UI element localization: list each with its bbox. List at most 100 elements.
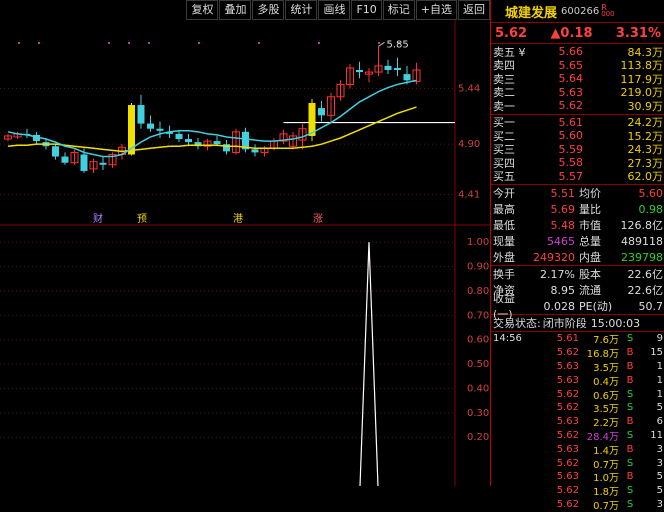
tick-row: 5.62 3.5万 S 5	[491, 401, 664, 415]
candle-body	[175, 133, 183, 140]
tick-count: 3	[656, 457, 663, 469]
stock-code: 600266	[561, 5, 600, 17]
stock-title-row: 城建发展 600266 R 000	[491, 0, 664, 22]
tick-row: 5.63 0.4万 B 1	[491, 373, 664, 388]
tick-row: 14:56 5.61 7.6万 S 9	[491, 332, 664, 346]
stat-value: 8.95	[550, 283, 576, 297]
price-change: ▲0.18	[550, 25, 593, 41]
stat-value: 5.60	[638, 186, 664, 200]
stat-label: 均价	[579, 187, 601, 200]
tick-list[interactable]: 14:56 5.61 7.6万 S 9 5.62 16.8万 B 15 5.63 3.5万 B 1 5.6…	[491, 332, 664, 512]
stat-row: 最高 5.69 量比 0.98	[491, 201, 664, 217]
stat-value: 22.6亿	[627, 268, 664, 281]
signal-dot	[38, 42, 40, 44]
tick-price: 5.63	[556, 416, 579, 428]
tick-side: B	[626, 360, 634, 372]
stat-value: 22.6亿	[627, 284, 664, 297]
tick-side: B	[626, 443, 634, 455]
level-label: 卖一	[493, 99, 515, 113]
stat-label: 流通	[579, 284, 601, 297]
candle-body	[99, 162, 107, 165]
tick-side: S	[626, 457, 634, 469]
indicator-axis-label: 0.50	[467, 359, 489, 370]
tick-side: B	[626, 471, 634, 483]
stat-value: 2.17%	[540, 267, 575, 281]
indicator-axis-label: 1.00	[467, 237, 489, 248]
level-price: 5.63	[558, 85, 584, 99]
level-price: 5.64	[558, 72, 584, 86]
trade-status: 交易状态: 闭市阶段 15:00:03	[491, 315, 664, 331]
tick-side: B	[626, 347, 634, 359]
stat-row: 今开 5.51 均价 5.60	[491, 185, 664, 201]
toolbar-button-5[interactable]: F10	[351, 0, 382, 20]
toolbar-button-7[interactable]: +自选	[415, 0, 457, 20]
indicator-axis-label: 0.30	[467, 408, 489, 419]
kline-chart[interactable]: 5.85 5.44 4.90 4.41 财 预 港 涨 1.00 0.90 0.80 0.70 0.60…	[0, 20, 490, 486]
toolbar-button-2[interactable]: 多股	[252, 0, 285, 20]
event-marker: 港	[233, 213, 243, 225]
candle-body	[213, 141, 221, 145]
chart-toolbar: 复权 叠加 多股 统计 画线 F10 标记 +自选 返回	[0, 0, 490, 20]
level-price: 5.57	[558, 169, 584, 183]
stat-row: 外盘 249320 内盘 239798	[491, 249, 664, 265]
tick-volume: 28.4万	[586, 431, 619, 443]
ask-levels: 卖五 ¥5.66 84.3万 卖四 5.65 113.8万 卖三 5.64 117.9万 卖二 5…	[491, 44, 664, 114]
tick-volume: 0.6万	[593, 390, 619, 402]
stat-value: 5.69	[550, 202, 576, 216]
ma-long-line	[7, 106, 417, 153]
toolbar-button-0[interactable]: 复权	[186, 0, 219, 20]
tick-price: 5.62	[556, 388, 579, 400]
bids-level: 买五 5.57 62.0万	[491, 170, 664, 184]
tick-price: 5.63	[556, 471, 579, 483]
tick-side: S	[626, 485, 634, 497]
tick-row: 5.63 1.0万 B 5	[491, 470, 664, 484]
tick-row: 5.63 2.2万 B 6	[491, 415, 664, 429]
tick-price: 5.63	[556, 374, 579, 386]
stat-label: 外盘	[493, 251, 515, 264]
candle-body	[61, 156, 69, 163]
margin-badge: R 000	[601, 4, 614, 18]
tick-price: 5.62	[556, 457, 579, 469]
signal-dot	[198, 42, 200, 44]
candle-body	[356, 70, 363, 73]
stat-value: 5.51	[550, 186, 576, 200]
tick-count: 6	[656, 416, 663, 428]
tick-price: 5.62	[556, 429, 579, 441]
toolbar-button-6[interactable]: 标记	[382, 0, 415, 20]
tick-count: 9	[656, 333, 663, 345]
signal-dot	[128, 42, 130, 44]
toolbar-button-8[interactable]: 返回	[458, 0, 490, 20]
stat-row: 换手 2.17% 股本 22.6亿	[491, 266, 664, 282]
stat-label: 总量	[579, 235, 601, 248]
toolbar-button-3[interactable]: 统计	[285, 0, 318, 20]
tick-side: S	[626, 388, 634, 400]
toolbar-button-4[interactable]: 画线	[318, 0, 351, 20]
candle-body	[403, 74, 411, 81]
trade-status-label: 交易状态:	[493, 317, 541, 330]
fundamental-stats: 换手 2.17% 股本 22.6亿 净资 8.95 流通 22.6亿 收益(一) 0.028 PE(…	[491, 266, 664, 322]
tick-volume: 16.8万	[586, 349, 619, 361]
price-axis-label: 4.41	[458, 190, 480, 201]
tick-volume: 1.8万	[593, 487, 619, 499]
tick-side: B	[626, 374, 634, 386]
tick-volume: 1.4万	[593, 445, 619, 457]
tick-row: 5.62 0.7万 S 3	[491, 498, 664, 512]
tick-count: 1	[656, 388, 663, 400]
tick-price: 5.62	[556, 498, 579, 510]
bid-levels: 买一 5.61 24.2万 买二 5.60 15.2万 买三 5.59 24.3万 买四 5.58 2…	[491, 115, 664, 185]
level-price: 5.61	[558, 115, 584, 129]
stat-value: 126.8亿	[620, 219, 664, 232]
stat-label: 最高	[493, 203, 515, 216]
signal-dot	[108, 42, 110, 44]
tick-row: 5.62 0.7万 S 3	[491, 456, 664, 471]
candle-body	[147, 123, 154, 129]
stock-name[interactable]: 城建发展	[505, 2, 557, 21]
candle-body	[384, 65, 392, 70]
tick-count: 11	[650, 429, 663, 441]
toolbar-button-1[interactable]: 叠加	[219, 0, 252, 20]
candle-body	[318, 108, 325, 116]
quote-panel: 城建发展 600266 R 000 5.62 ▲0.18 3.31% 卖五 ¥5…	[490, 0, 664, 512]
tick-volume: 3.5万	[593, 363, 619, 374]
level-price: 5.60	[558, 129, 584, 143]
stat-label: 量比	[579, 203, 601, 216]
